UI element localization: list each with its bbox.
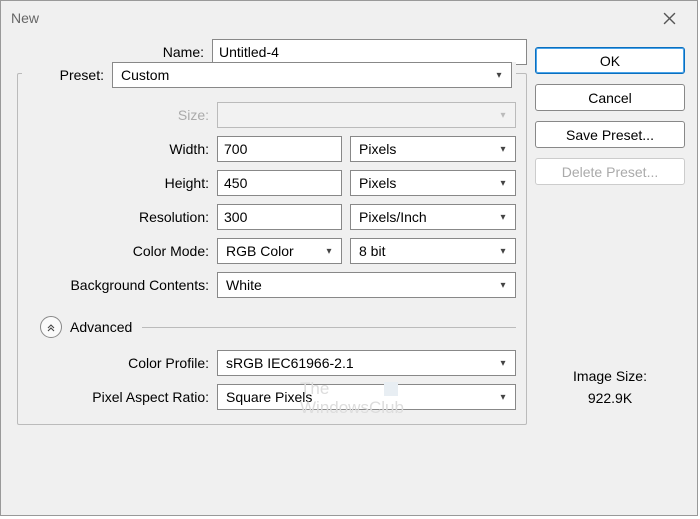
resolution-input[interactable] xyxy=(217,204,342,230)
preset-value: Custom xyxy=(121,67,491,83)
height-label: Height: xyxy=(22,175,217,191)
colorprofile-label: Color Profile: xyxy=(22,355,217,371)
size-select: ▾ xyxy=(217,102,516,128)
chevron-down-icon: ▾ xyxy=(321,246,337,257)
titlebar: New xyxy=(1,1,697,35)
colordepth-select[interactable]: 8 bit ▾ xyxy=(350,238,516,264)
ok-button[interactable]: OK xyxy=(535,47,685,74)
close-button[interactable] xyxy=(649,4,689,32)
chevron-down-icon: ▾ xyxy=(495,212,511,223)
width-input[interactable] xyxy=(217,136,342,162)
chevron-down-icon: ▾ xyxy=(495,110,511,121)
bgcontents-select[interactable]: White ▾ xyxy=(217,272,516,298)
chevron-down-icon: ▾ xyxy=(495,246,511,257)
image-size-label: Image Size: xyxy=(535,365,685,387)
save-preset-button[interactable]: Save Preset... xyxy=(535,121,685,148)
colormode-value: RGB Color xyxy=(226,243,321,259)
width-label: Width: xyxy=(22,141,217,157)
advanced-label: Advanced xyxy=(70,319,132,335)
height-unit-select[interactable]: Pixels ▾ xyxy=(350,170,516,196)
preset-label: Preset: xyxy=(26,67,112,83)
colordepth-value: 8 bit xyxy=(359,243,495,259)
chevron-down-icon: ▾ xyxy=(495,178,511,189)
resolution-unit-select[interactable]: Pixels/Inch ▾ xyxy=(350,204,516,230)
divider xyxy=(142,327,516,328)
bgcontents-value: White xyxy=(226,277,495,293)
chevron-down-icon: ▾ xyxy=(495,392,511,403)
chevron-down-icon: ▾ xyxy=(491,70,507,81)
advanced-toggle[interactable] xyxy=(40,316,62,338)
bgcontents-label: Background Contents: xyxy=(22,277,217,293)
dialog-title: New xyxy=(11,10,39,26)
new-document-dialog: New Name: Preset: Custom ▾ Size xyxy=(0,0,698,516)
chevron-down-icon: ▾ xyxy=(495,144,511,155)
pixelaspect-label: Pixel Aspect Ratio: xyxy=(22,389,217,405)
chevron-down-icon: ▾ xyxy=(495,280,511,291)
preset-select[interactable]: Custom ▾ xyxy=(112,62,512,88)
colormode-select[interactable]: RGB Color ▾ xyxy=(217,238,342,264)
resolution-unit-value: Pixels/Inch xyxy=(359,209,495,225)
size-label: Size: xyxy=(22,107,217,123)
image-size-info: Image Size: 922.9K xyxy=(535,365,685,410)
cancel-button[interactable]: Cancel xyxy=(535,84,685,111)
pixelaspect-select[interactable]: Square Pixels ▾ xyxy=(217,384,516,410)
colorprofile-value: sRGB IEC61966-2.1 xyxy=(226,355,495,371)
colorprofile-select[interactable]: sRGB IEC61966-2.1 ▾ xyxy=(217,350,516,376)
resolution-label: Resolution: xyxy=(22,209,217,225)
image-size-value: 922.9K xyxy=(535,387,685,409)
width-unit-select[interactable]: Pixels ▾ xyxy=(350,136,516,162)
width-unit-value: Pixels xyxy=(359,141,495,157)
colormode-label: Color Mode: xyxy=(22,243,217,259)
name-label: Name: xyxy=(17,44,212,60)
height-input[interactable] xyxy=(217,170,342,196)
pixelaspect-value: Square Pixels xyxy=(226,389,495,405)
delete-preset-button: Delete Preset... xyxy=(535,158,685,185)
chevron-down-icon: ▾ xyxy=(495,358,511,369)
height-unit-value: Pixels xyxy=(359,175,495,191)
